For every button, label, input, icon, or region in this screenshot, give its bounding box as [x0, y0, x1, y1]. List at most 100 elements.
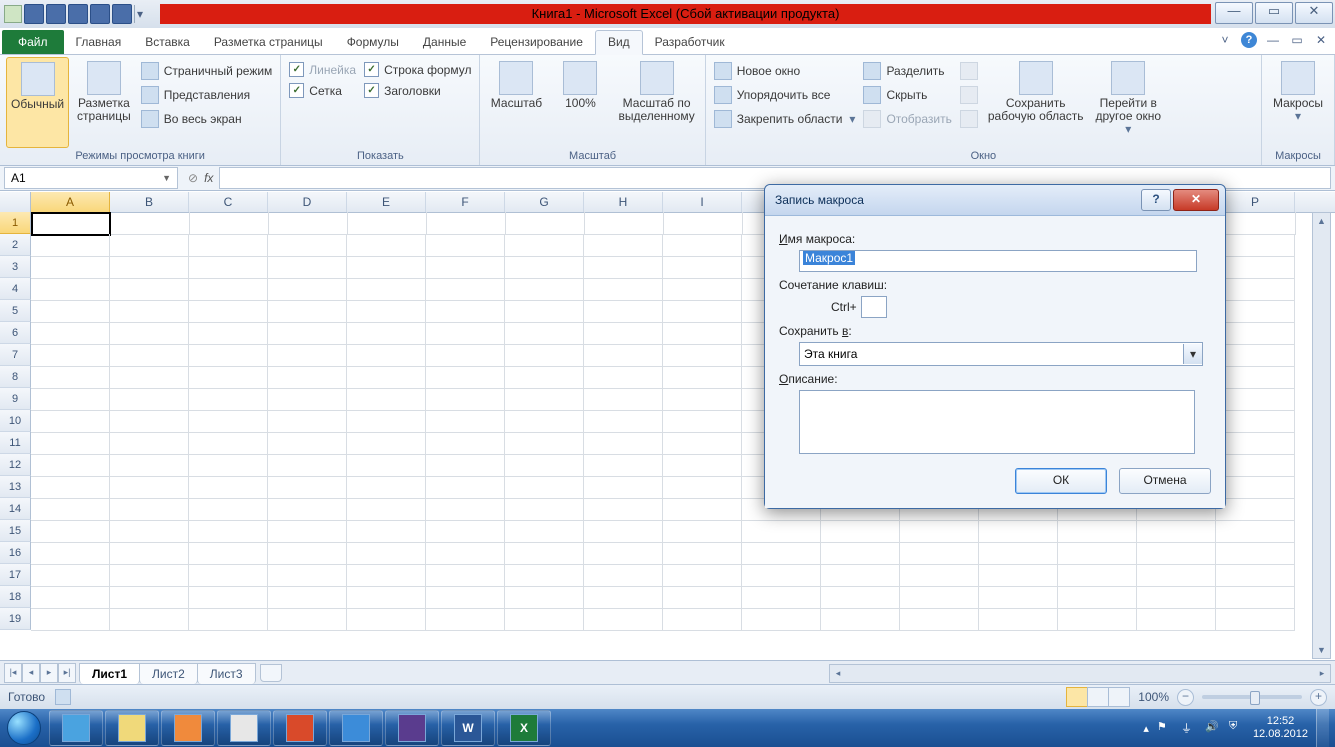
view-normal-shortcut[interactable] [1066, 687, 1088, 707]
cell[interactable] [584, 498, 663, 521]
cell[interactable] [663, 366, 742, 389]
cell[interactable] [347, 256, 426, 279]
cell[interactable] [189, 564, 268, 587]
cell[interactable] [900, 520, 979, 543]
cell[interactable] [347, 564, 426, 587]
cell[interactable] [189, 454, 268, 477]
workbook-minimize-icon[interactable]: — [1265, 32, 1281, 48]
cell[interactable] [426, 564, 505, 587]
cell[interactable] [663, 454, 742, 477]
cell[interactable] [347, 410, 426, 433]
sheet-tab-1[interactable]: Лист1 [79, 663, 140, 684]
tray-show-hidden-icon[interactable]: ▴ [1143, 722, 1149, 735]
cell[interactable] [663, 322, 742, 345]
tab-developer[interactable]: Разработчик [643, 31, 737, 54]
cell[interactable] [347, 344, 426, 367]
split-button[interactable]: Разделить [861, 61, 953, 81]
cell[interactable] [584, 454, 663, 477]
start-button[interactable] [0, 709, 48, 747]
cell[interactable] [584, 344, 663, 367]
cell[interactable] [31, 212, 111, 236]
cell[interactable] [426, 388, 505, 411]
macro-name-input[interactable]: Макрос1 [799, 250, 1197, 272]
cell[interactable] [505, 300, 584, 323]
qat-undo-icon[interactable] [46, 4, 66, 24]
cell[interactable] [1216, 498, 1295, 521]
cell[interactable] [110, 520, 189, 543]
row-header[interactable]: 3 [0, 256, 31, 278]
cell[interactable] [821, 586, 900, 609]
cell[interactable] [426, 476, 505, 499]
row-header[interactable]: 11 [0, 432, 31, 454]
cell[interactable] [742, 586, 821, 609]
cell[interactable] [189, 586, 268, 609]
cell[interactable] [426, 256, 505, 279]
tray-volume-icon[interactable]: 🔊 [1205, 720, 1221, 736]
cell[interactable] [31, 322, 110, 345]
row-header[interactable]: 2 [0, 234, 31, 256]
switch-windows-button[interactable]: Перейти в другое окно▾ [1092, 57, 1166, 148]
cell[interactable] [426, 432, 505, 455]
cell[interactable] [979, 542, 1058, 565]
view-custom-button[interactable]: Представления [139, 85, 275, 105]
cell[interactable] [584, 432, 663, 455]
cell[interactable] [505, 608, 584, 631]
cell[interactable] [110, 344, 189, 367]
tab-pagelayout[interactable]: Разметка страницы [202, 31, 335, 54]
cell[interactable] [268, 388, 347, 411]
cell[interactable] [268, 366, 347, 389]
zoom-button[interactable]: Масштаб [486, 57, 546, 148]
cell[interactable] [31, 498, 110, 521]
cell[interactable] [426, 344, 505, 367]
row-header[interactable]: 12 [0, 454, 31, 476]
cell[interactable] [979, 586, 1058, 609]
cell[interactable] [584, 476, 663, 499]
cell[interactable] [900, 542, 979, 565]
cell[interactable] [505, 344, 584, 367]
row-header[interactable]: 1 [0, 212, 31, 234]
cell[interactable] [1216, 344, 1295, 367]
row-header[interactable]: 6 [0, 322, 31, 344]
cell[interactable] [268, 454, 347, 477]
cell[interactable] [1058, 608, 1137, 631]
column-header[interactable]: D [268, 192, 347, 212]
cell[interactable] [663, 608, 742, 631]
cell[interactable] [505, 234, 584, 257]
cell[interactable] [110, 366, 189, 389]
cell[interactable] [426, 278, 505, 301]
cell[interactable] [110, 300, 189, 323]
cell[interactable] [1216, 476, 1295, 499]
dialog-close-button[interactable]: ✕ [1173, 189, 1219, 211]
cell[interactable] [1216, 564, 1295, 587]
row-header[interactable]: 10 [0, 410, 31, 432]
view-pagelayout-button[interactable]: Разметка страницы [73, 57, 135, 148]
cell[interactable] [821, 608, 900, 631]
cell[interactable] [663, 388, 742, 411]
cell[interactable] [663, 586, 742, 609]
cell[interactable] [506, 212, 585, 235]
cell[interactable] [979, 564, 1058, 587]
cell[interactable] [110, 234, 189, 257]
column-header[interactable]: G [505, 192, 584, 212]
cell[interactable] [268, 586, 347, 609]
cell[interactable] [110, 586, 189, 609]
help-icon[interactable]: ? [1241, 32, 1257, 48]
check-ruler[interactable]: ✓Линейка [287, 61, 358, 78]
cell[interactable] [663, 564, 742, 587]
freeze-panes-button[interactable]: Закрепить области▾ [712, 109, 858, 129]
row-header[interactable]: 9 [0, 388, 31, 410]
column-header[interactable]: A [31, 192, 110, 212]
cell[interactable] [189, 432, 268, 455]
sheet-tab-3[interactable]: Лист3 [197, 663, 256, 684]
arrange-all-button[interactable]: Упорядочить все [712, 85, 858, 105]
cell[interactable] [268, 564, 347, 587]
cell[interactable] [347, 542, 426, 565]
cell[interactable] [505, 432, 584, 455]
cell[interactable] [742, 608, 821, 631]
cell[interactable] [110, 608, 189, 631]
row-header[interactable]: 5 [0, 300, 31, 322]
name-box[interactable]: A1 ▼ [4, 167, 178, 189]
tab-file[interactable]: Файл [2, 30, 64, 54]
cell[interactable] [584, 322, 663, 345]
cell[interactable] [110, 476, 189, 499]
